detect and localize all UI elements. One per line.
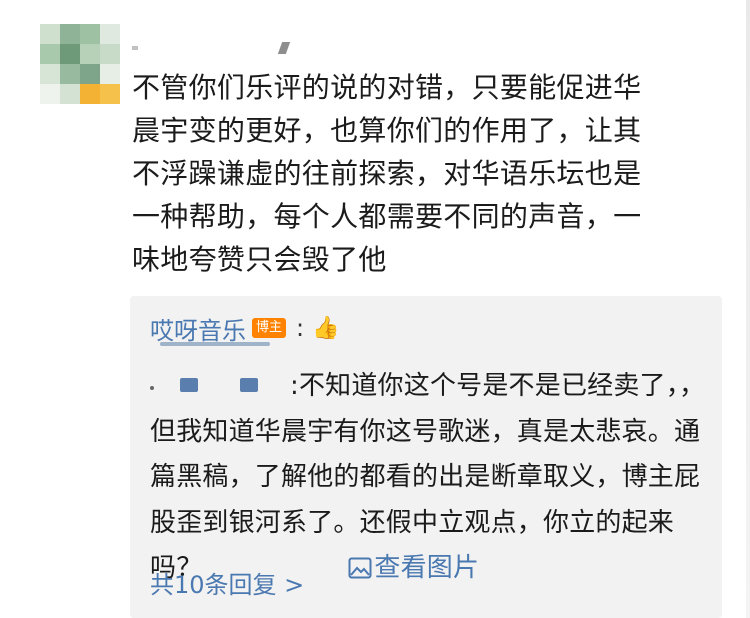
reply-count-link[interactable]: 共10条回复 > bbox=[150, 568, 304, 602]
thumbs-up-icon: 👍 bbox=[312, 315, 340, 341]
reply-text: :不知道你这个号是不是已经卖了，，但我知道华晨宇有你这号歌迷，真是太悲哀。通篇黑… bbox=[150, 364, 710, 595]
reply-author-link[interactable]: 哎呀音乐 bbox=[150, 311, 246, 346]
username-blurred[interactable] bbox=[132, 38, 292, 58]
reply-header: 哎呀音乐 博主 : 👍 bbox=[150, 310, 340, 346]
blogger-badge: 博主 bbox=[252, 318, 287, 338]
reply-box[interactable]: 哎呀音乐 博主 : 👍 :不知道你这个号是不是已经卖了，，但我知道华晨宇有你这号… bbox=[130, 296, 722, 618]
avatar[interactable] bbox=[40, 24, 120, 104]
reply-colon: : bbox=[296, 314, 305, 342]
view-picture-label: 查看图片 bbox=[374, 553, 480, 583]
scrollbar[interactable] bbox=[746, 0, 750, 618]
comment-text: 不管你们乐评的说的对错，只要能促进华 晨宇变的更好，也算你们的作用了，让其 不浮… bbox=[132, 71, 642, 276]
